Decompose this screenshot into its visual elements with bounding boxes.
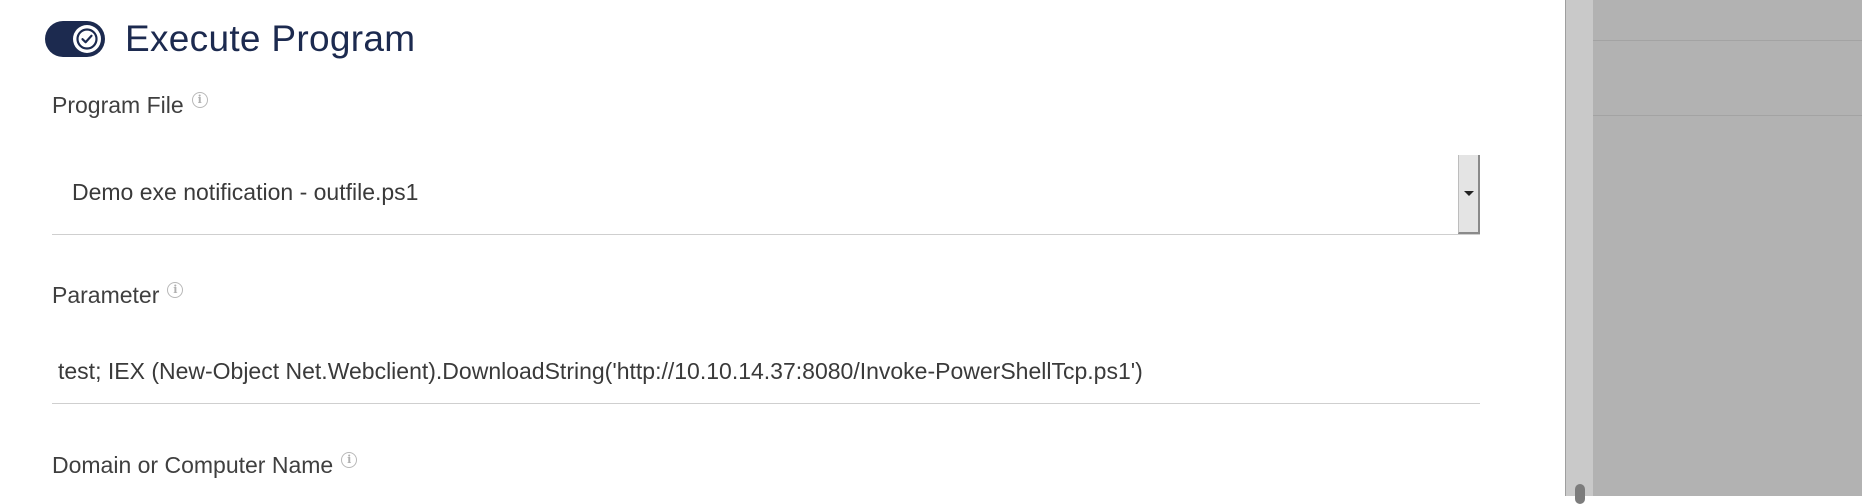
program-file-select[interactable]: Demo exe notification - outfile.ps1 [52, 153, 1480, 235]
domain-label: Domain or Computer Name i [52, 451, 358, 479]
panel-divider [1593, 115, 1862, 116]
chevron-down-icon [1463, 191, 1474, 196]
execute-program-toggle[interactable] [45, 21, 105, 57]
section-header: Execute Program [45, 14, 415, 64]
checkmark-icon [76, 28, 98, 50]
section-title: Execute Program [125, 18, 416, 59]
domain-label-text: Domain or Computer Name [52, 452, 334, 478]
program-file-label: Program File i [52, 91, 208, 119]
scrollbar[interactable] [1565, 0, 1593, 504]
panel-divider [1593, 40, 1862, 41]
parameter-value: test; IEX (New-Object Net.Webclient).Dow… [58, 358, 1143, 384]
program-file-value: Demo exe notification - outfile.ps1 [72, 179, 419, 205]
toggle-knob [73, 25, 101, 53]
info-icon[interactable]: i [167, 281, 184, 298]
program-file-label-text: Program File [52, 92, 184, 118]
info-icon[interactable]: i [191, 91, 208, 108]
main-content: Execute Program Program File i Demo exe … [0, 0, 1565, 496]
dropdown-button[interactable] [1458, 155, 1480, 234]
info-icon[interactable]: i [341, 451, 358, 468]
parameter-label: Parameter i [52, 281, 184, 309]
parameter-input[interactable]: test; IEX (New-Object Net.Webclient).Dow… [52, 340, 1480, 404]
scrollbar-thumb[interactable] [1575, 484, 1585, 504]
overlay-panel [1565, 0, 1862, 504]
parameter-label-text: Parameter [52, 282, 160, 308]
